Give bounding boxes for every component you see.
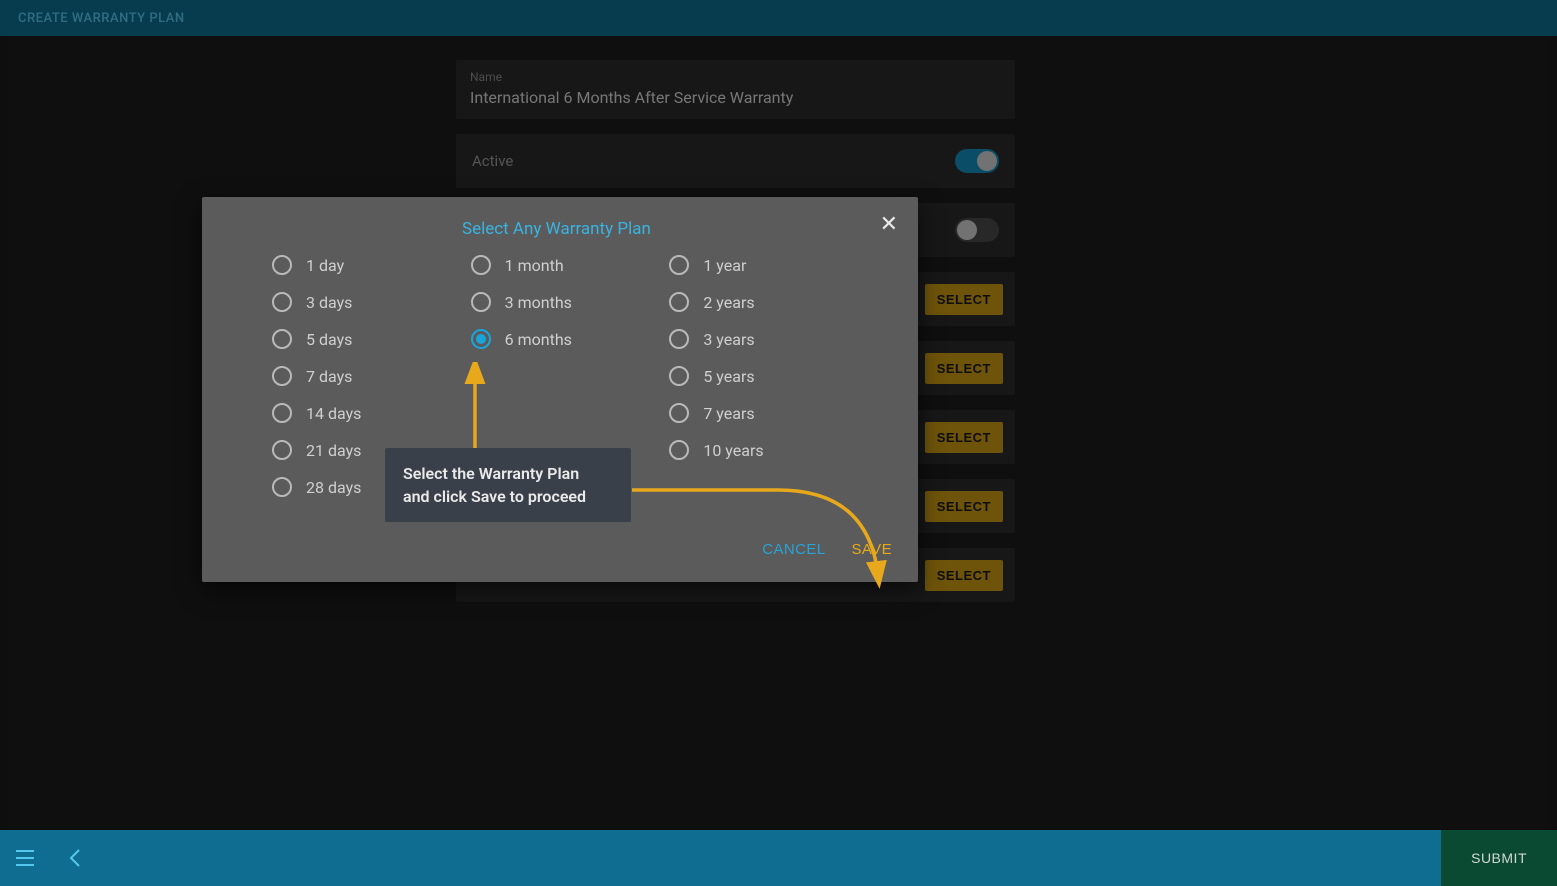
radio-label: 1 day xyxy=(306,256,344,275)
radio-label: 2 years xyxy=(703,293,754,312)
radio-circle-icon xyxy=(272,329,292,349)
back-icon[interactable] xyxy=(50,830,100,886)
radio-circle-icon xyxy=(669,440,689,460)
bottom-bar: SUBMIT xyxy=(0,830,1557,886)
radio-circle-icon xyxy=(471,255,491,275)
radio-circle-icon xyxy=(669,366,689,386)
radio-label: 14 days xyxy=(306,404,361,423)
save-button[interactable]: SAVE xyxy=(851,541,892,558)
radio-label: 7 days xyxy=(306,367,352,386)
radio-label: 7 years xyxy=(703,404,754,423)
radio-circle-icon xyxy=(471,329,491,349)
radio-option[interactable]: 5 days xyxy=(272,329,461,349)
radio-circle-icon xyxy=(669,403,689,423)
radio-label: 10 years xyxy=(703,441,763,460)
close-icon[interactable]: ✕ xyxy=(880,211,898,237)
warranty-plan-modal: Select Any Warranty Plan ✕ 1 day 1 month 1… xyxy=(202,197,918,582)
submit-button[interactable]: SUBMIT xyxy=(1441,830,1557,886)
radio-label: 1 month xyxy=(505,256,564,275)
modal-header: Select Any Warranty Plan ✕ xyxy=(202,197,918,245)
radio-option[interactable]: 3 years xyxy=(669,329,858,349)
radio-label: 1 year xyxy=(703,256,746,275)
radio-label: 3 years xyxy=(703,330,754,349)
radio-label: 28 days xyxy=(306,478,361,497)
radio-circle-icon xyxy=(272,477,292,497)
radio-option[interactable]: 14 days xyxy=(272,403,461,423)
radio-label: 6 months xyxy=(505,330,572,349)
radio-circle-icon xyxy=(272,366,292,386)
radio-label: 5 years xyxy=(703,367,754,386)
radio-circle-icon xyxy=(272,255,292,275)
radio-option[interactable]: 3 months xyxy=(471,292,660,312)
radio-option[interactable]: 10 years xyxy=(669,440,858,460)
radio-option[interactable]: 1 year xyxy=(669,255,858,275)
radio-label: 3 months xyxy=(505,293,572,312)
radio-option[interactable]: 1 day xyxy=(272,255,461,275)
radio-circle-icon xyxy=(272,403,292,423)
radio-option[interactable]: 6 months xyxy=(471,329,660,349)
radio-option[interactable]: 1 month xyxy=(471,255,660,275)
radio-label: 21 days xyxy=(306,441,361,460)
menu-icon[interactable] xyxy=(0,830,50,886)
radio-option[interactable]: 3 days xyxy=(272,292,461,312)
annotation-line2: and click Save to proceed xyxy=(403,487,586,506)
annotation-line1: Select the Warranty Plan xyxy=(403,464,579,483)
radio-label: 3 days xyxy=(306,293,352,312)
radio-option[interactable]: 7 years xyxy=(669,403,858,423)
radio-circle-icon xyxy=(669,292,689,312)
modal-actions: CANCEL SAVE xyxy=(202,517,918,568)
radio-circle-icon xyxy=(272,440,292,460)
radio-circle-icon xyxy=(471,292,491,312)
radio-option[interactable]: 7 days xyxy=(272,366,461,386)
radio-circle-icon xyxy=(669,255,689,275)
cancel-button[interactable]: CANCEL xyxy=(762,541,825,558)
annotation-callout: Select the Warranty Plan and click Save … xyxy=(385,448,631,522)
radio-option[interactable]: 2 years xyxy=(669,292,858,312)
radio-circle-icon xyxy=(272,292,292,312)
radio-label: 5 days xyxy=(306,330,352,349)
radio-circle-icon xyxy=(669,329,689,349)
radio-option[interactable]: 5 years xyxy=(669,366,858,386)
modal-title: Select Any Warranty Plan xyxy=(462,219,651,239)
